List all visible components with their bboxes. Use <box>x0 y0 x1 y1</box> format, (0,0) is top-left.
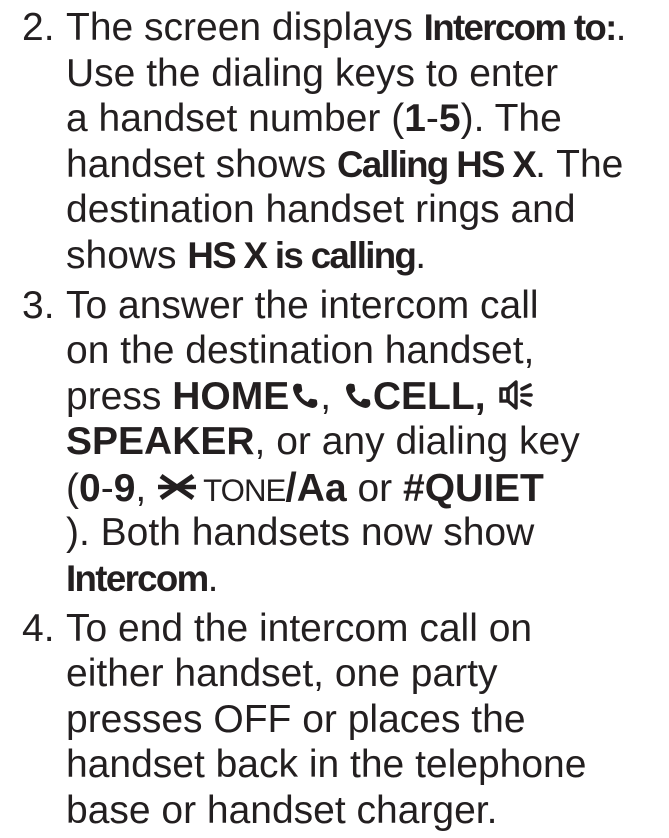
step-text: , <box>135 466 158 510</box>
key-label-5: 5 <box>438 97 461 140</box>
text-line: either handset, one party <box>66 651 669 697</box>
text-line: handset shows Calling HS X. The <box>66 142 669 188</box>
phone-icon <box>343 381 373 411</box>
step-text: shows <box>66 233 188 277</box>
text-line: shows HS X is calling. <box>66 233 669 279</box>
display-message-intercom-to: Intercom to: <box>423 7 618 48</box>
key-label-speaker: SPEAKER <box>66 420 255 463</box>
step-text: ( <box>66 466 79 510</box>
text-line: destination handset rings and <box>66 187 669 233</box>
step-text: , or any dialing key <box>254 420 580 463</box>
instruction-step-3: 3. To answer the intercom call on the de… <box>0 283 669 602</box>
display-message-calling: Calling HS X <box>337 143 537 185</box>
instruction-step-4: 4. To end the intercom call on either ha… <box>0 606 669 834</box>
step-text: a handset number ( <box>66 97 405 140</box>
text-line: handset back in the telephone <box>66 742 669 788</box>
text-line: Use the dialing keys to enter <box>66 51 669 97</box>
text-line: ). Both handsets now show <box>66 510 669 556</box>
text-line: base or handset charger. <box>66 788 669 834</box>
display-message-intercom: Intercom <box>66 557 209 599</box>
instruction-page: 2. The screen displays Intercom to:. Use… <box>0 0 669 838</box>
step-text: handset shows <box>66 142 338 186</box>
step-text: , <box>320 374 342 418</box>
step-text: . <box>415 233 427 277</box>
step-text: . <box>207 556 219 600</box>
display-message-is-calling: HS X is calling <box>187 234 417 276</box>
step-text: base or handset charger. <box>66 788 498 832</box>
step-text: on the destination handset, <box>66 329 535 372</box>
key-label-cell: CELL, <box>372 374 486 418</box>
key-label-9: 9 <box>113 466 136 510</box>
key-label-slash: / <box>285 463 297 510</box>
key-label-aa: Aa <box>296 466 347 510</box>
step-text: To end the intercom call on <box>66 606 533 650</box>
text-line: on the destination handset, <box>66 328 669 374</box>
step-text: handset back in the telephone <box>66 743 587 786</box>
text-line: SPEAKER, or any dialing key <box>66 419 669 465</box>
step-text: destination handset rings and <box>66 188 576 231</box>
key-label-0: 0 <box>79 466 101 510</box>
speaker-icon <box>498 378 536 412</box>
instruction-step-2: 2. The screen displays Intercom to:. Use… <box>0 5 669 278</box>
text-line: press HOME, CELL, <box>66 374 669 420</box>
step-text: ). Both handsets now show <box>66 511 535 554</box>
step-text: . The <box>535 142 624 186</box>
step-text: or <box>346 466 403 510</box>
step-number: 2. <box>22 6 55 49</box>
text-line: a handset number (1-5). The <box>66 96 669 142</box>
step-number: 3. <box>22 283 55 327</box>
step-text: press <box>66 374 173 418</box>
text-line: To answer the intercom call <box>66 283 669 329</box>
step-text: Use the dialing keys to enter <box>66 51 559 95</box>
step-text: - <box>100 466 114 510</box>
step-text: presses OFF or places the <box>66 697 526 741</box>
text-line: To end the intercom call on <box>66 606 669 652</box>
key-label-1: 1 <box>404 97 426 140</box>
step-text: . <box>615 6 627 49</box>
phone-icon <box>290 381 320 411</box>
star-key-icon <box>157 473 197 501</box>
text-line: Intercom. <box>66 556 669 602</box>
key-label-tone: TONE <box>203 472 286 508</box>
step-text: - <box>425 97 439 140</box>
key-label-home: HOME <box>172 374 290 418</box>
text-line: (0-9, TONE/Aa or #QUIET <box>66 463 669 511</box>
step-text: To answer the intercom call <box>66 283 539 327</box>
text-line: The screen displays Intercom to:. <box>66 5 669 51</box>
step-text: ). The <box>460 97 562 140</box>
key-label-quiet: #QUIET <box>403 466 544 510</box>
step-number: 4. <box>22 606 55 650</box>
step-text: either handset, one party <box>66 652 498 695</box>
step-text: The screen displays <box>66 6 424 49</box>
text-line: presses OFF or places the <box>66 697 669 743</box>
